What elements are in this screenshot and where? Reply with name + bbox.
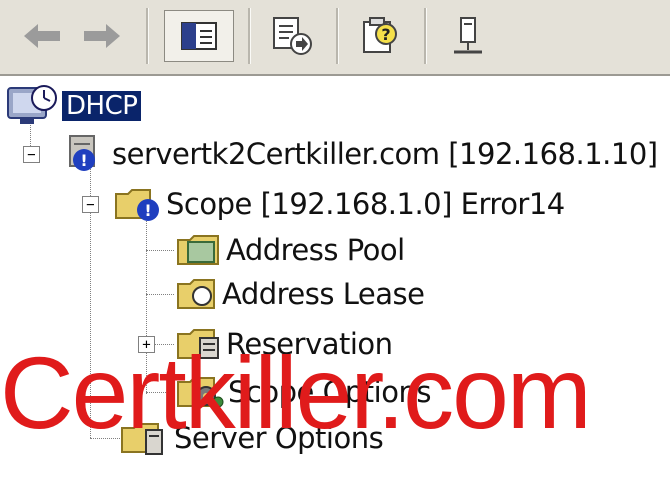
- server-error-icon: !: [69, 135, 95, 171]
- scope-label: Scope [192.168.1.0] Error14: [166, 187, 565, 221]
- toolbar-separator: [146, 8, 149, 64]
- scope-options-label: Scope Options: [228, 375, 431, 409]
- forward-button[interactable]: [78, 10, 126, 62]
- tree-node-server[interactable]: ! servertk2Certkiller.com [192.168.1.10]: [46, 134, 658, 174]
- show-hide-console-tree-button[interactable]: [164, 10, 234, 62]
- connect-icon: [454, 17, 482, 54]
- server-options-label: Server Options: [174, 421, 384, 455]
- back-button[interactable]: [18, 10, 66, 62]
- tree-node-reservation[interactable]: Reservation: [174, 324, 393, 364]
- forward-arrow-icon: [84, 24, 120, 48]
- tree-node-server-options[interactable]: Server Options: [118, 418, 384, 458]
- toolbar-separator: [424, 8, 427, 64]
- help-icon: ?: [363, 17, 397, 53]
- tree-line: [146, 206, 147, 394]
- tree-node-scope-options[interactable]: Scope Options: [174, 372, 431, 412]
- address-lease-folder-icon: [177, 279, 215, 309]
- svg-text:!: !: [80, 151, 87, 170]
- tree-node-dhcp[interactable]: DHCP: [6, 85, 142, 126]
- collapse-toggle[interactable]: −: [23, 146, 40, 163]
- address-pool-label: Address Pool: [226, 233, 405, 267]
- expand-toggle[interactable]: +: [138, 336, 155, 353]
- console-tree-icon: [181, 22, 217, 50]
- collapse-toggle[interactable]: −: [82, 196, 99, 213]
- export-list-button[interactable]: [262, 10, 322, 62]
- dhcp-icon: [7, 85, 57, 124]
- tree-node-scope[interactable]: ! Scope [192.168.1.0] Error14: [112, 184, 565, 224]
- back-arrow-icon: [24, 24, 60, 48]
- tree-line: [90, 438, 120, 439]
- server-options-folder-icon: [121, 423, 163, 455]
- tree-node-address-pool[interactable]: Address Pool: [174, 230, 405, 270]
- tree-line: [146, 294, 174, 295]
- address-pool-folder-icon: [177, 235, 219, 265]
- tree-node-address-lease[interactable]: Address Lease: [174, 274, 425, 314]
- server-connect-button[interactable]: [438, 10, 498, 62]
- scope-folder-error-icon: !: [115, 189, 159, 221]
- console-tree: DHCP − ! servertk2Certkiller.com [192.16…: [0, 80, 670, 477]
- svg-text:?: ?: [381, 25, 390, 44]
- reservation-label: Reservation: [226, 327, 393, 361]
- toolbar-separator: [336, 8, 339, 64]
- export-list-icon: [273, 17, 312, 55]
- tree-line: [154, 344, 174, 345]
- tree-line: [146, 250, 174, 251]
- toolbar: ?: [0, 0, 670, 76]
- help-button[interactable]: ?: [350, 10, 410, 62]
- tree-line: [146, 392, 174, 393]
- server-label: servertk2Certkiller.com [192.168.1.10]: [112, 137, 658, 171]
- scope-options-folder-icon: [177, 377, 224, 408]
- reservation-folder-icon: [177, 329, 219, 359]
- toolbar-separator: [248, 8, 251, 64]
- svg-text:!: !: [144, 201, 151, 220]
- address-lease-label: Address Lease: [222, 277, 425, 311]
- dhcp-label: DHCP: [62, 91, 142, 121]
